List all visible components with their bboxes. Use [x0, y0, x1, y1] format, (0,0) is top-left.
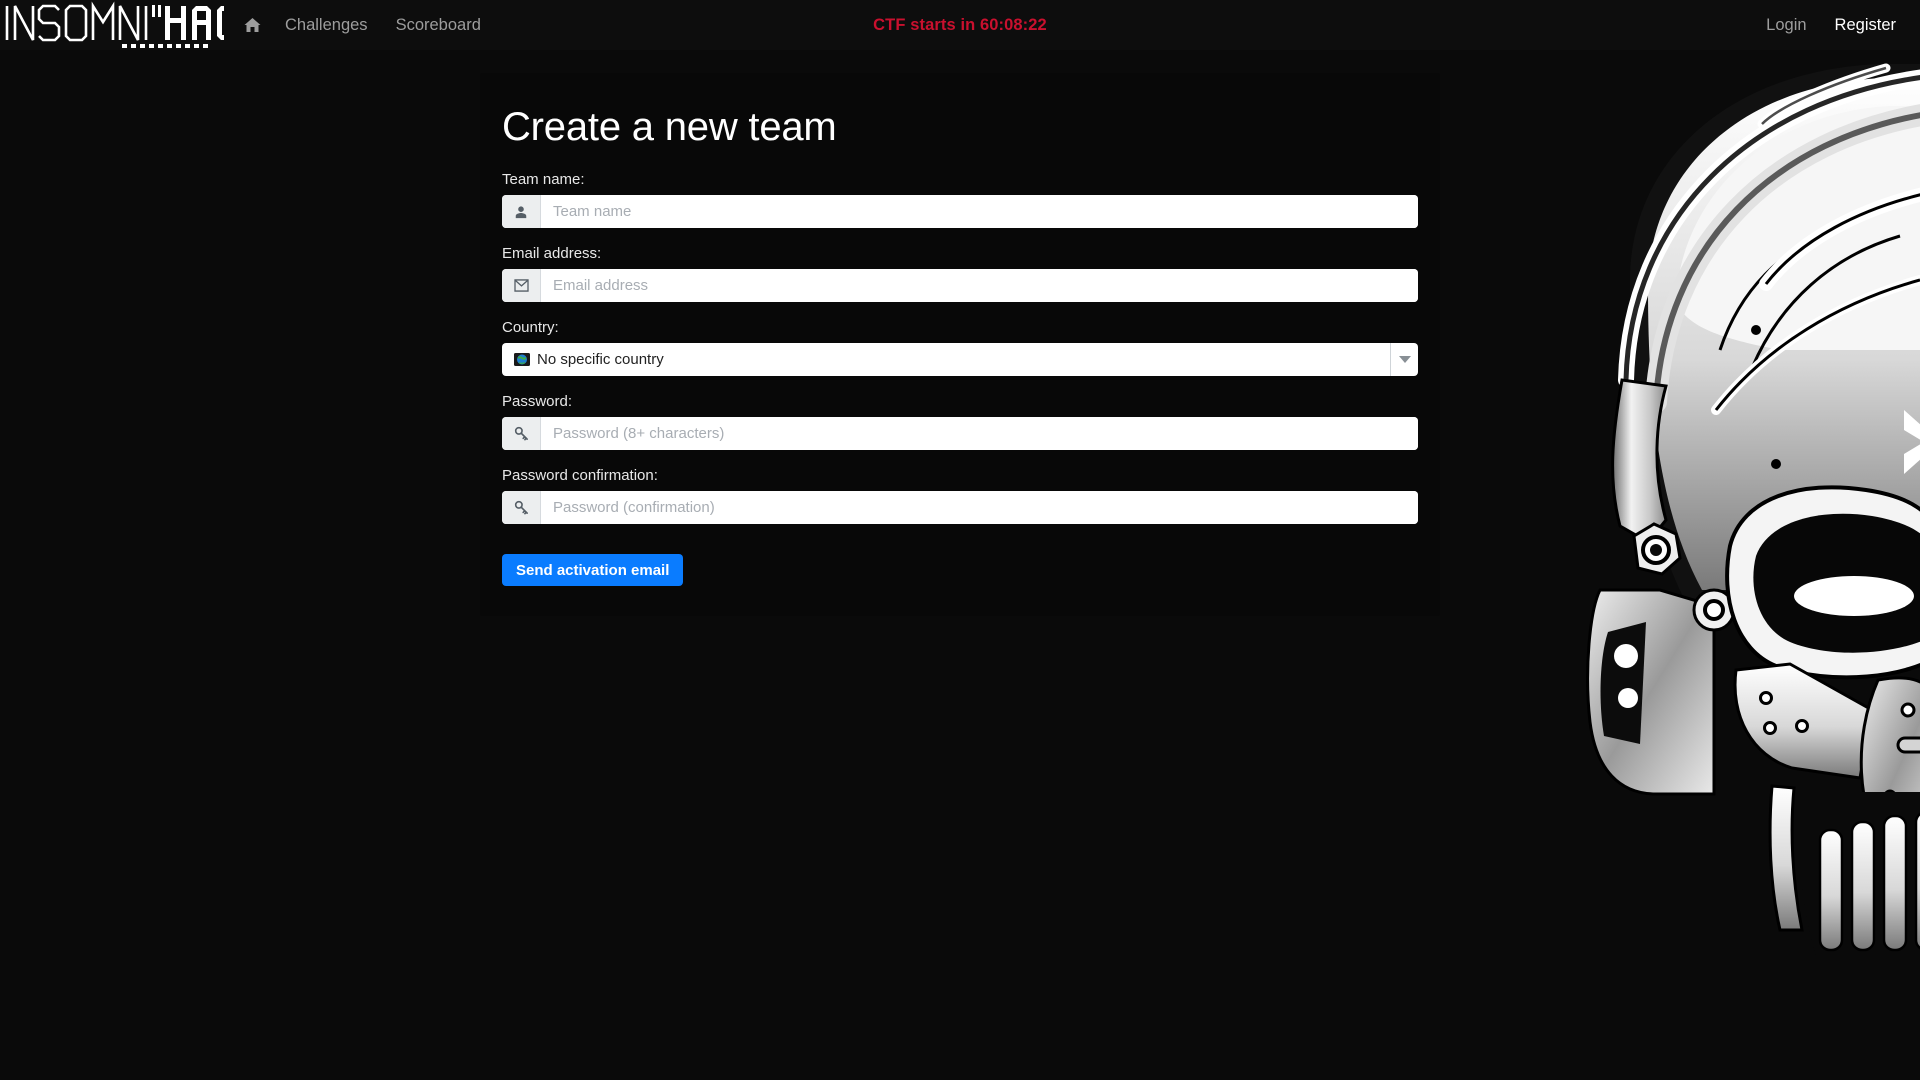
label-password: Password: — [502, 393, 573, 410]
field-group-team-name: Team name: — [502, 171, 1418, 228]
key-icon — [502, 491, 541, 524]
country-select[interactable]: No specific country — [502, 343, 1418, 376]
envelope-icon — [502, 269, 541, 302]
input-group-email — [502, 269, 1418, 302]
field-group-email: Email address: — [502, 245, 1418, 302]
label-email: Email address: — [502, 245, 602, 262]
primary-nav: Challenges Scoreboard — [232, 0, 495, 50]
password-input[interactable] — [541, 417, 1418, 450]
field-group-password: Password: — [502, 393, 1418, 450]
cyborg-skull-artwork — [1490, 50, 1920, 1080]
input-group-password-confirmation — [502, 491, 1418, 524]
page-title: Create a new team — [502, 105, 837, 149]
top-navbar: Challenges Scoreboard CTF starts in 60:0… — [0, 0, 1920, 50]
chevron-down-icon[interactable] — [1390, 343, 1418, 376]
nav-home-link[interactable] — [232, 0, 271, 50]
team-name-input[interactable] — [541, 195, 1418, 228]
user-icon — [502, 195, 541, 228]
home-icon — [244, 18, 261, 32]
country-select-value: No specific country — [537, 351, 664, 368]
label-password-confirmation: Password confirmation: — [502, 467, 658, 484]
label-team-name: Team name: — [502, 171, 585, 188]
country-select-value-wrap: No specific country — [502, 351, 664, 368]
input-group-team-name — [502, 195, 1418, 228]
nav-link-register[interactable]: Register — [1821, 0, 1910, 50]
password-confirmation-input[interactable] — [541, 491, 1418, 524]
nav-link-login[interactable]: Login — [1752, 0, 1820, 50]
field-group-password-confirmation: Password confirmation: — [502, 467, 1418, 524]
create-team-panel: Create a new team Team name: Email addre… — [480, 73, 1440, 616]
nav-link-challenges[interactable]: Challenges — [271, 0, 382, 50]
cyborg-skull-illustration — [1586, 63, 1920, 956]
insomnihack-logo-icon — [5, 1, 224, 48]
send-activation-email-button[interactable]: Send activation email — [502, 554, 684, 586]
page-container: Create a new team Team name: Email addre… — [480, 50, 1440, 616]
email-input[interactable] — [541, 269, 1418, 302]
input-group-password — [502, 417, 1418, 450]
auth-nav: Login Register — [1752, 0, 1910, 50]
label-country: Country: — [502, 319, 559, 336]
key-icon — [502, 417, 541, 450]
field-group-country: Country: No specific country — [502, 319, 1418, 376]
globe-icon — [514, 353, 530, 366]
nav-link-scoreboard[interactable]: Scoreboard — [382, 0, 495, 50]
brand-logo[interactable] — [0, 0, 224, 50]
